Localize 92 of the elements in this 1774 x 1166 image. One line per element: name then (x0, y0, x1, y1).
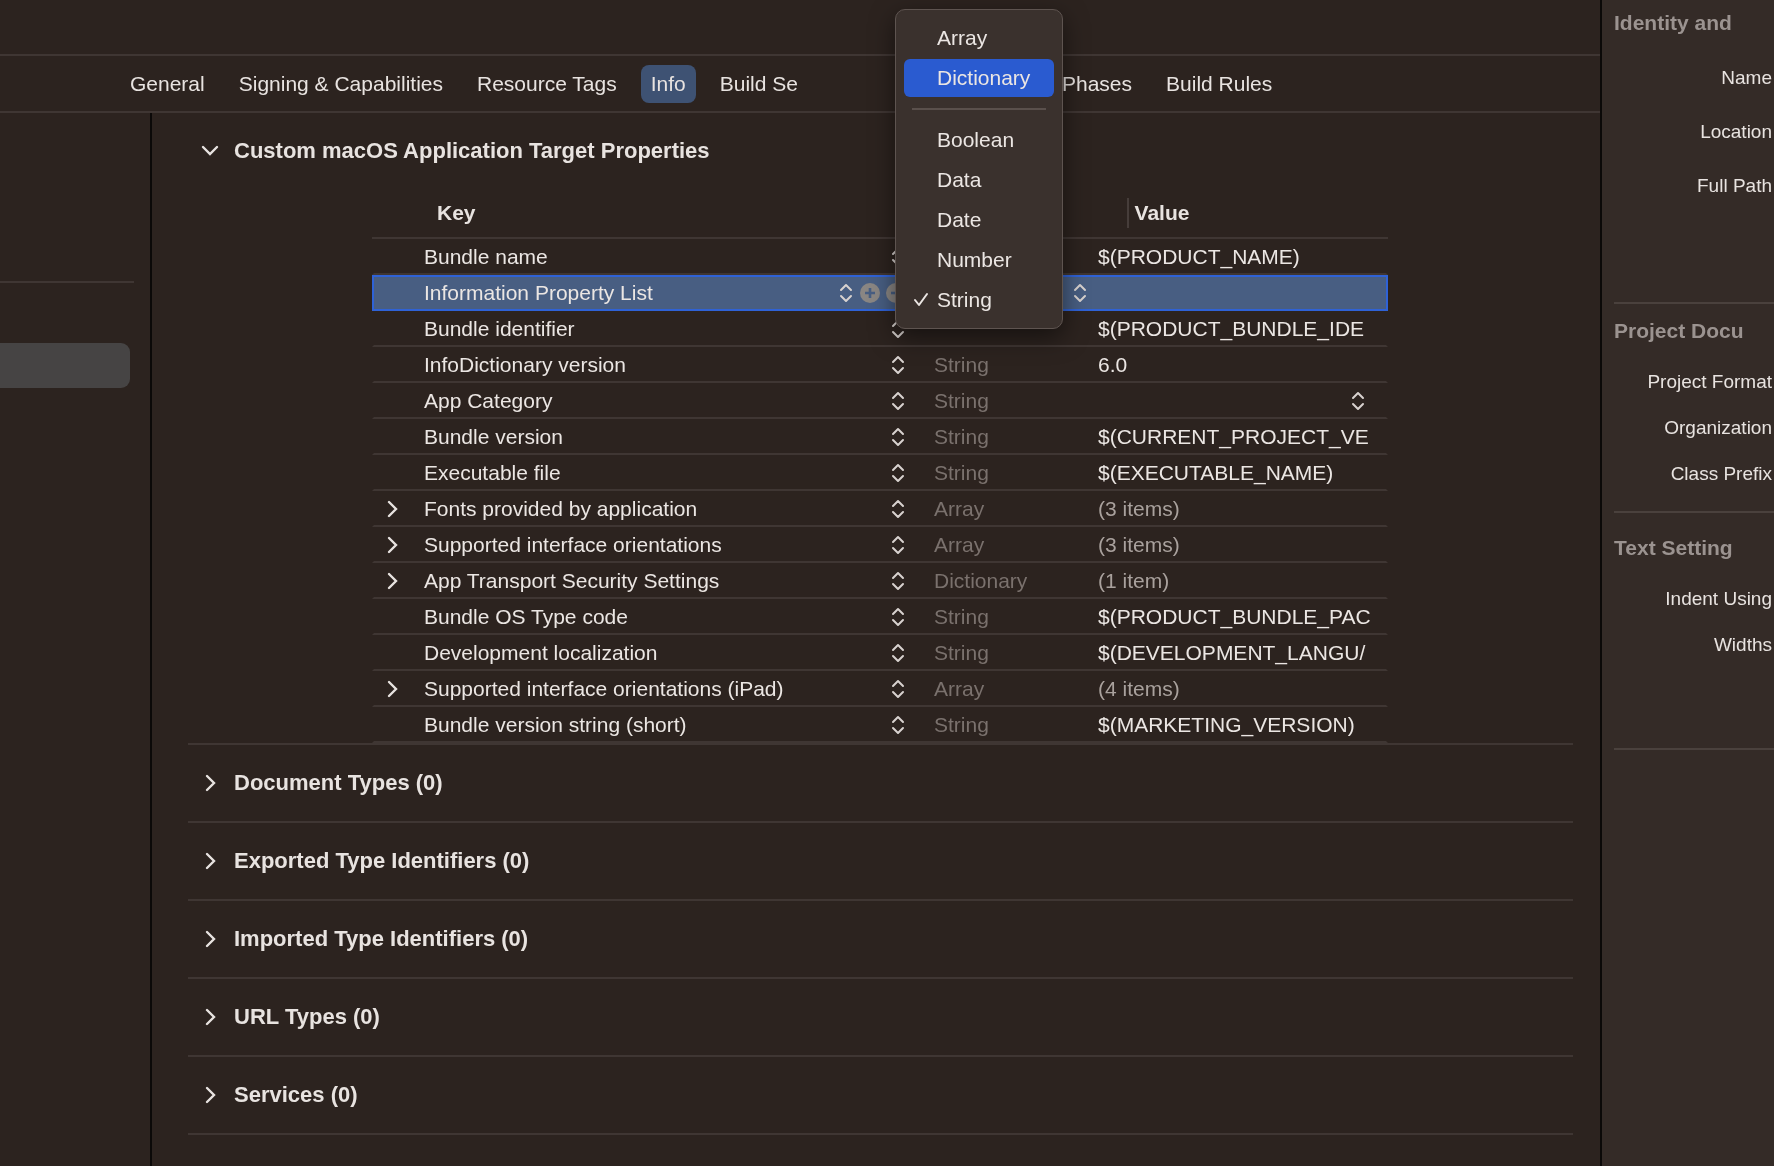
type-cell-text: String (934, 641, 990, 665)
key-cell-text: Information Property List (424, 281, 654, 305)
key-cell-text: Development localization (424, 641, 659, 665)
column-header[interactable]: Value (1134, 201, 1190, 225)
type-cell-text: String (934, 425, 990, 449)
section-title: Document Types (0) (234, 770, 443, 796)
section-title: Services (0) (234, 1082, 358, 1108)
value-cell: (1 item) (1098, 569, 1170, 593)
type-cell-text: String (934, 353, 990, 377)
value-cell: (3 items) (1098, 533, 1180, 557)
type-cell-text: String (934, 461, 990, 485)
checkmark-icon (912, 292, 929, 308)
column-header[interactable]: Key (437, 201, 476, 225)
key-cell-text: Bundle OS Type code (424, 605, 629, 629)
tab[interactable]: Signing & Capabilities (228, 64, 453, 103)
section-title: Imported Type Identifiers (0) (234, 926, 529, 952)
stepper-icon[interactable] (1072, 281, 1088, 305)
table-row[interactable]: App Transport Security Settings Dictionary (1 item) (372, 563, 1388, 599)
table-row[interactable]: Supported interface orientations (iPad) Array (4 items) (372, 671, 1388, 707)
table-row[interactable]: Bundle version string (short) String $(MARKETING_VERSION) (372, 707, 1388, 743)
key-cell-text: App Transport Security Settings (424, 569, 721, 593)
type-cell-text: String (934, 605, 990, 629)
key-cell-text: Bundle version string (short) (424, 713, 688, 737)
type-cell-text: String (934, 389, 990, 413)
value-cell: $(PRODUCT_NAME) (1098, 245, 1300, 269)
field-label: Widths (1712, 633, 1773, 657)
stepper-icon[interactable] (1350, 389, 1366, 413)
value-cell: $(CURRENT_PROJECT_VE (1098, 425, 1369, 449)
table-row[interactable]: Development localization String $(DEVELOPMENT_LANGU/ (372, 635, 1388, 671)
type-cell-text: Dictionary (934, 569, 1029, 593)
tab[interactable]: General (120, 64, 215, 103)
key-cell-text: Supported interface orientations (424, 533, 723, 557)
field-label: Name (1720, 66, 1773, 90)
value-cell: $(PRODUCT_BUNDLE_IDE (1098, 317, 1365, 341)
stepper-icon[interactable] (890, 605, 906, 629)
table-row[interactable]: Fonts provided by application Array (3 items) (372, 491, 1388, 527)
menu-item[interactable]: Date (904, 201, 1054, 239)
stepper-icon[interactable] (890, 353, 906, 377)
menu-item[interactable]: Array (904, 19, 1054, 57)
field-label: Location (1699, 120, 1773, 144)
field-label: Indent Using (1664, 587, 1773, 611)
tab[interactable]: Build Rules (1156, 64, 1283, 103)
tab[interactable]: Build Se (709, 64, 808, 103)
key-cell-text: Executable file (424, 461, 562, 485)
stepper-icon[interactable] (890, 533, 906, 557)
key-cell-text: Bundle name (424, 245, 549, 269)
type-cell-text: Array (934, 677, 986, 701)
key-cell-text: Supported interface orientations (iPad) (424, 677, 785, 701)
value-cell: (4 items) (1098, 677, 1180, 701)
table-row[interactable]: Supported interface orientations Array (3 items) (372, 527, 1388, 563)
table-row[interactable]: Bundle OS Type code String $(PRODUCT_BUNDLE_PAC (372, 599, 1388, 635)
field-label: Class Prefix (1669, 462, 1773, 486)
tab[interactable]: Info (640, 64, 696, 103)
menu-item[interactable]: Data (904, 161, 1054, 199)
stepper-icon[interactable] (890, 461, 906, 485)
type-cell-text: Array (934, 497, 986, 521)
inspector-heading: Text Setting (1614, 535, 1734, 561)
type-cell-text: Array (934, 533, 986, 557)
stepper-icon[interactable] (890, 713, 906, 737)
value-cell: $(PRODUCT_BUNDLE_PAC (1098, 605, 1371, 629)
table-row[interactable]: App Category String (372, 383, 1388, 419)
table-row[interactable]: Bundle version String $(CURRENT_PROJECT_VE (372, 419, 1388, 455)
value-cell: $(DEVELOPMENT_LANGU/ (1098, 641, 1366, 665)
menu-item[interactable]: Boolean (904, 121, 1054, 159)
stepper-icon[interactable] (890, 389, 906, 413)
value-cell: (3 items) (1098, 497, 1180, 521)
stepper-icon[interactable] (890, 569, 906, 593)
tab[interactable]: Resource Tags (467, 64, 627, 103)
value-cell: 6.0 (1098, 353, 1128, 377)
key-cell-text: Fonts provided by application (424, 497, 699, 521)
key-cell-text: Bundle version (424, 425, 564, 449)
value-cell: $(EXECUTABLE_NAME) (1098, 461, 1334, 485)
stepper-icon[interactable] (890, 641, 906, 665)
section-title: Custom macOS Application Target Properties (234, 138, 710, 164)
field-label: Full Path (1696, 174, 1773, 198)
key-cell-text: App Category (424, 389, 554, 413)
inspector-heading: Project Docu (1614, 318, 1745, 344)
type-cell-text: String (934, 713, 990, 737)
inspector-heading: Identity and (1614, 10, 1733, 36)
value-cell: $(MARKETING_VERSION) (1098, 713, 1355, 737)
table-row[interactable]: Executable file String $(EXECUTABLE_NAME) (372, 455, 1388, 491)
menu-item[interactable]: Dictionary (904, 59, 1054, 97)
field-label: Project Format (1646, 370, 1773, 394)
table-row[interactable]: InfoDictionary version String 6.0 (372, 347, 1388, 383)
section-title: URL Types (0) (234, 1004, 380, 1030)
stepper-icon[interactable] (890, 677, 906, 701)
section-title: Exported Type Identifiers (0) (234, 848, 530, 874)
key-cell-text: InfoDictionary version (424, 353, 627, 377)
stepper-icon[interactable] (890, 425, 906, 449)
key-cell-text: Bundle identifier (424, 317, 576, 341)
stepper-icon[interactable] (890, 497, 906, 521)
field-label: Organization (1663, 416, 1773, 440)
